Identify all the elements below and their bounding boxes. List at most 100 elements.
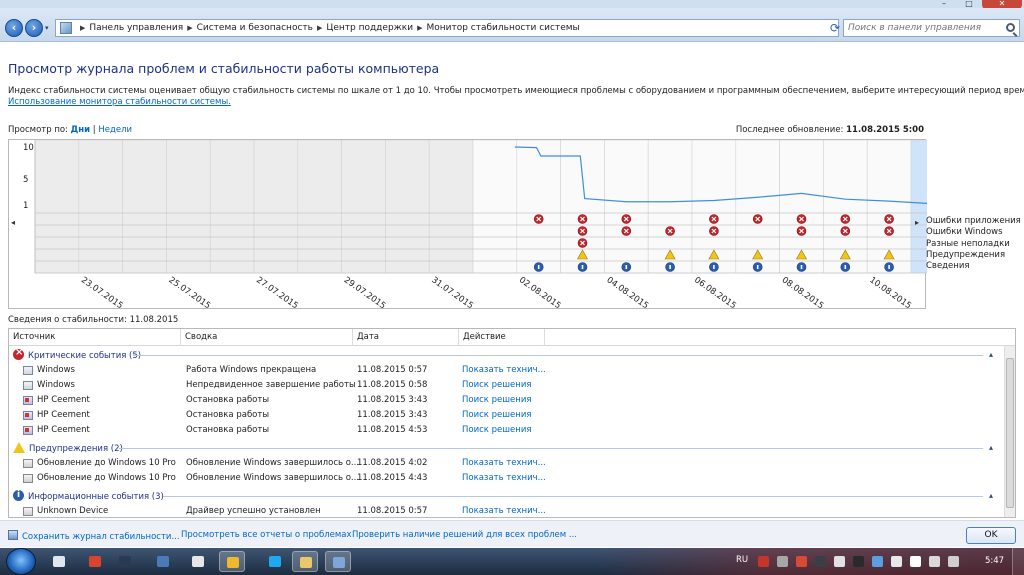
- y-tick-label: 10: [23, 143, 34, 153]
- search-input[interactable]: [848, 20, 998, 36]
- row-source: Unknown Device: [37, 506, 109, 516]
- breadcrumb-item[interactable]: Монитор стабильности системы: [426, 23, 579, 33]
- row-action-link[interactable]: Показать технич...: [462, 471, 546, 486]
- column-action[interactable]: Действие: [459, 329, 545, 346]
- tray-app-icon[interactable]: [777, 556, 788, 567]
- x-tick-label: 31.07.2015: [429, 275, 475, 310]
- group-info[interactable]: Информационные события (3): [13, 490, 164, 503]
- clock[interactable]: 5:47: [985, 556, 1004, 566]
- row-date: 11.08.2015 3:43: [357, 395, 428, 405]
- ok-button[interactable]: OK: [966, 527, 1016, 544]
- x-tick-label: 04.08.2015: [605, 275, 651, 310]
- tray-app-icon[interactable]: [758, 556, 769, 567]
- taskbar-app-chrome[interactable]: [219, 551, 245, 572]
- show-desktop-button[interactable]: [1012, 548, 1024, 575]
- recent-pages-dropdown[interactable]: ▾: [45, 24, 49, 32]
- tray-app-icon[interactable]: [853, 556, 864, 567]
- taskbar-app-control-panel[interactable]: [325, 551, 351, 572]
- search-box[interactable]: [843, 19, 1020, 37]
- collapse-icon[interactable]: ▴: [989, 350, 993, 359]
- breadcrumb-item[interactable]: Центр поддержки: [326, 23, 413, 33]
- vertical-scrollbar[interactable]: [1004, 346, 1015, 517]
- row-action-link[interactable]: Поиск решения: [462, 378, 531, 393]
- view-weeks-link[interactable]: Недели: [98, 125, 132, 135]
- table-row[interactable]: Unknown Device Драйвер успешно установлен…: [9, 504, 999, 517]
- group-critical[interactable]: Критические события (5): [13, 347, 142, 362]
- address-bar[interactable]: ▶ Панель управления ▶ Система и безопасност…: [55, 19, 882, 37]
- save-history-link[interactable]: Сохранить журнал стабильности...: [8, 530, 180, 542]
- save-history-label[interactable]: Сохранить журнал стабильности...: [22, 532, 180, 542]
- row-action-link[interactable]: Поиск решения: [462, 393, 531, 408]
- row-action-link[interactable]: Показать технич...: [462, 363, 546, 378]
- row-date: 11.08.2015 4:53: [357, 425, 428, 435]
- table-row[interactable]: Windows Работа Windows прекращена 11.08.20…: [9, 363, 999, 378]
- breadcrumb-item[interactable]: Панель управления: [89, 23, 183, 33]
- x-tick-label: 06.08.2015: [692, 275, 738, 310]
- row-action-link[interactable]: Показать технич...: [462, 456, 546, 471]
- scroll-right-icon[interactable]: ▸: [915, 218, 919, 227]
- view-all-reports-link[interactable]: Просмотреть все отчеты о проблемах: [181, 530, 352, 540]
- table-row[interactable]: HP Ceement Остановка работы 11.08.2015 4:5…: [9, 423, 999, 438]
- chevron-right-icon[interactable]: ▶: [417, 24, 422, 32]
- tray-app-icon[interactable]: [872, 556, 883, 567]
- x-tick-label: 23.07.2015: [79, 275, 125, 310]
- group-label: Критические события (5): [28, 351, 142, 361]
- tray-app-icon[interactable]: [796, 556, 807, 567]
- breadcrumb-item[interactable]: Система и безопасность: [197, 23, 313, 33]
- scrollbar-thumb[interactable]: [1006, 358, 1014, 508]
- row-action-link[interactable]: Поиск решения: [462, 423, 531, 438]
- skype-icon: [269, 556, 281, 567]
- scroll-left-icon[interactable]: ◂: [11, 218, 15, 227]
- forward-button[interactable]: ›: [25, 19, 43, 37]
- column-summary[interactable]: Сводка: [181, 329, 353, 346]
- row-source: Windows: [37, 365, 75, 375]
- table-row[interactable]: HP Ceement Остановка работы 11.08.2015 3:4…: [9, 408, 999, 423]
- x-tick-label: 02.08.2015: [517, 275, 563, 310]
- chevron-right-icon[interactable]: ▶: [317, 24, 322, 32]
- stability-chart[interactable]: 10 5 1 23.07.2015 25.07.2015 27.07.2015 29.07.…: [8, 139, 927, 310]
- collapse-icon[interactable]: ▴: [989, 443, 993, 452]
- start-button[interactable]: [6, 548, 36, 575]
- row-action-link[interactable]: Показать технич...: [462, 504, 546, 517]
- refresh-icon[interactable]: ⟳: [828, 19, 842, 37]
- table-row[interactable]: Обновление до Windows 10 Pro Обновление W…: [9, 471, 999, 486]
- desktop-wallpaper: [600, 548, 1024, 575]
- page-title: Просмотр журнала проблем и стабильности …: [8, 61, 440, 76]
- view-days-link[interactable]: Дни: [71, 125, 90, 135]
- taskbar-app-headset[interactable]: [185, 551, 211, 572]
- info-icon-glyph: [756, 265, 759, 269]
- battery-icon[interactable]: [948, 556, 959, 567]
- row-summary: Непредвиденное завершение работы: [186, 380, 356, 390]
- taskbar-app-media-player[interactable]: [46, 551, 72, 572]
- info-icon-glyph: [581, 265, 584, 269]
- language-indicator[interactable]: RU: [736, 555, 748, 565]
- taskbar-app-folder[interactable]: [292, 551, 318, 572]
- stability-chart-svg[interactable]: 10 5 1 23.07.2015 25.07.2015 27.07.2015 29.07.…: [9, 140, 927, 310]
- day-column: [910, 140, 927, 274]
- group-warnings[interactable]: Предупреждения (2): [13, 442, 123, 455]
- taskbar-app-steam[interactable]: [112, 551, 138, 572]
- group-divider: [163, 496, 983, 497]
- row-date: 11.08.2015 3:43: [357, 410, 428, 420]
- info-icon-glyph: [888, 265, 890, 269]
- search-icon[interactable]: [1006, 23, 1015, 32]
- back-button[interactable]: ‹: [5, 19, 23, 37]
- flag-icon[interactable]: [891, 556, 902, 567]
- tray-app-icon[interactable]: [834, 556, 845, 567]
- taskbar-app-skype[interactable]: [262, 551, 288, 572]
- taskbar-app-tool[interactable]: [150, 551, 176, 572]
- table-row[interactable]: Windows Непредвиденное завершение работы 1…: [9, 378, 999, 393]
- table-row[interactable]: Обновление до Windows 10 Pro Обновление W…: [9, 456, 999, 471]
- collapse-icon[interactable]: ▴: [989, 491, 993, 500]
- volume-icon[interactable]: [929, 556, 940, 567]
- column-source[interactable]: Источник: [9, 329, 181, 346]
- check-solutions-link[interactable]: Проверить наличие решений для всех пробл…: [352, 530, 577, 540]
- table-row[interactable]: HP Ceement Остановка работы 11.08.2015 3:4…: [9, 393, 999, 408]
- info-icon-glyph: [537, 265, 540, 269]
- chevron-right-icon[interactable]: ▶: [187, 24, 192, 32]
- help-link[interactable]: Использование монитора стабильности сист…: [8, 97, 231, 107]
- network-icon[interactable]: [910, 556, 921, 567]
- taskbar-app-opera[interactable]: [82, 551, 108, 572]
- tray-steam-icon[interactable]: [815, 556, 826, 567]
- row-action-link[interactable]: Поиск решения: [462, 408, 531, 423]
